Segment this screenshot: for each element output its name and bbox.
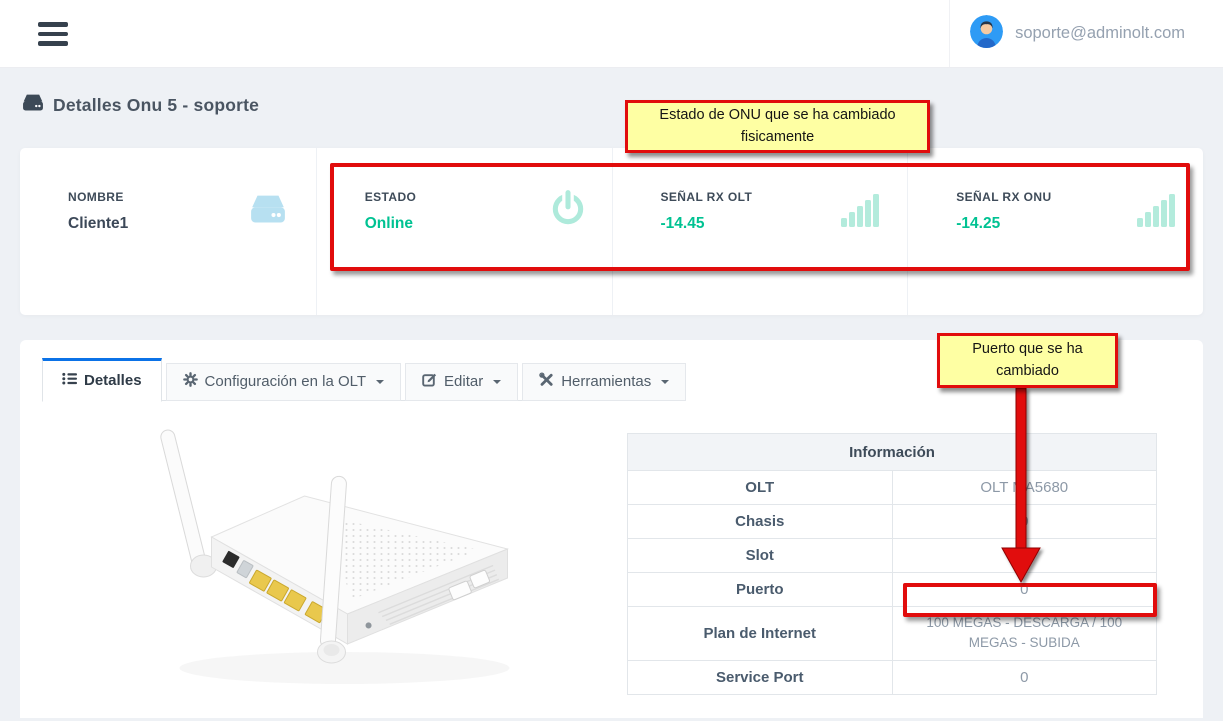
tab-herramientas[interactable]: Herramientas xyxy=(522,363,686,401)
table-title: Información xyxy=(628,434,1157,471)
user-email: soporte@adminolt.com xyxy=(1015,24,1185,43)
onu-summary-card: NOMBRE Cliente1 ESTADO Online xyxy=(20,148,1203,315)
page-title: Detalles Onu 5 - soporte xyxy=(22,93,259,117)
table-row: Service Port 0 xyxy=(628,660,1157,694)
tab-editar[interactable]: Editar xyxy=(405,363,518,401)
row-label: Service Port xyxy=(628,660,893,694)
tools-icon xyxy=(539,372,554,391)
annotation-callout-estado: Estado de ONU que se ha cambiado fisicam… xyxy=(625,100,930,153)
device-icon xyxy=(246,193,290,230)
annotation-callout-puerto: Puerto que se ha cambiado xyxy=(937,333,1118,388)
row-label: Plan de Internet xyxy=(628,607,893,661)
table-row: OLT OLT MA5680 xyxy=(628,471,1157,505)
table-row-puerto: Puerto 0 xyxy=(628,573,1157,607)
chevron-down-icon xyxy=(376,380,384,388)
user-avatar xyxy=(970,15,1003,53)
row-label: Slot xyxy=(628,539,893,573)
row-value: 11 xyxy=(892,539,1157,573)
gear-icon xyxy=(183,372,198,391)
row-label: OLT xyxy=(628,471,893,505)
edit-icon xyxy=(422,372,437,391)
tab-bar: Detalles Configuración en la OLT xyxy=(42,358,626,401)
user-menu[interactable]: soporte@adminolt.com xyxy=(949,0,1223,67)
tab-detalles[interactable]: Detalles xyxy=(42,358,162,402)
row-value: 0 xyxy=(892,505,1157,539)
top-navbar: soporte@adminolt.com xyxy=(0,0,1223,68)
router-product-image xyxy=(132,420,545,721)
info-table: Información OLT OLT MA5680 Chasis 0 Slot… xyxy=(627,433,1157,695)
row-value: 0 xyxy=(892,660,1157,694)
device-icon xyxy=(22,93,44,117)
row-label: Puerto xyxy=(628,573,893,607)
table-header-row: Información xyxy=(628,434,1157,471)
signal-bars-icon xyxy=(841,190,881,233)
chevron-down-icon xyxy=(493,380,501,388)
tab-configuracion-olt[interactable]: Configuración en la OLT xyxy=(166,363,401,401)
signal-bars-icon xyxy=(1137,190,1177,233)
stat-senal-rx-onu: SEÑAL RX ONU -14.25 xyxy=(907,148,1203,315)
row-label: Chasis xyxy=(628,505,893,539)
table-row: Slot 11 xyxy=(628,539,1157,573)
table-row: Chasis 0 xyxy=(628,505,1157,539)
table-row: Plan de Internet 100 MEGAS - DESCARGA / … xyxy=(628,607,1157,661)
row-value: 0 xyxy=(892,573,1157,607)
stat-senal-rx-olt: SEÑAL RX OLT -14.45 xyxy=(612,148,908,315)
onu-detail-card: Detalles Configuración en la OLT xyxy=(20,340,1203,718)
hamburger-menu-icon[interactable] xyxy=(33,17,73,51)
power-icon xyxy=(550,190,586,233)
row-value: OLT MA5680 xyxy=(892,471,1157,505)
row-value: 100 MEGAS - DESCARGA / 100 MEGAS - SUBID… xyxy=(892,607,1157,661)
list-icon xyxy=(62,371,77,390)
chevron-down-icon xyxy=(661,380,669,388)
stat-estado: ESTADO Online xyxy=(316,148,612,315)
stat-nombre: NOMBRE Cliente1 xyxy=(20,148,316,315)
